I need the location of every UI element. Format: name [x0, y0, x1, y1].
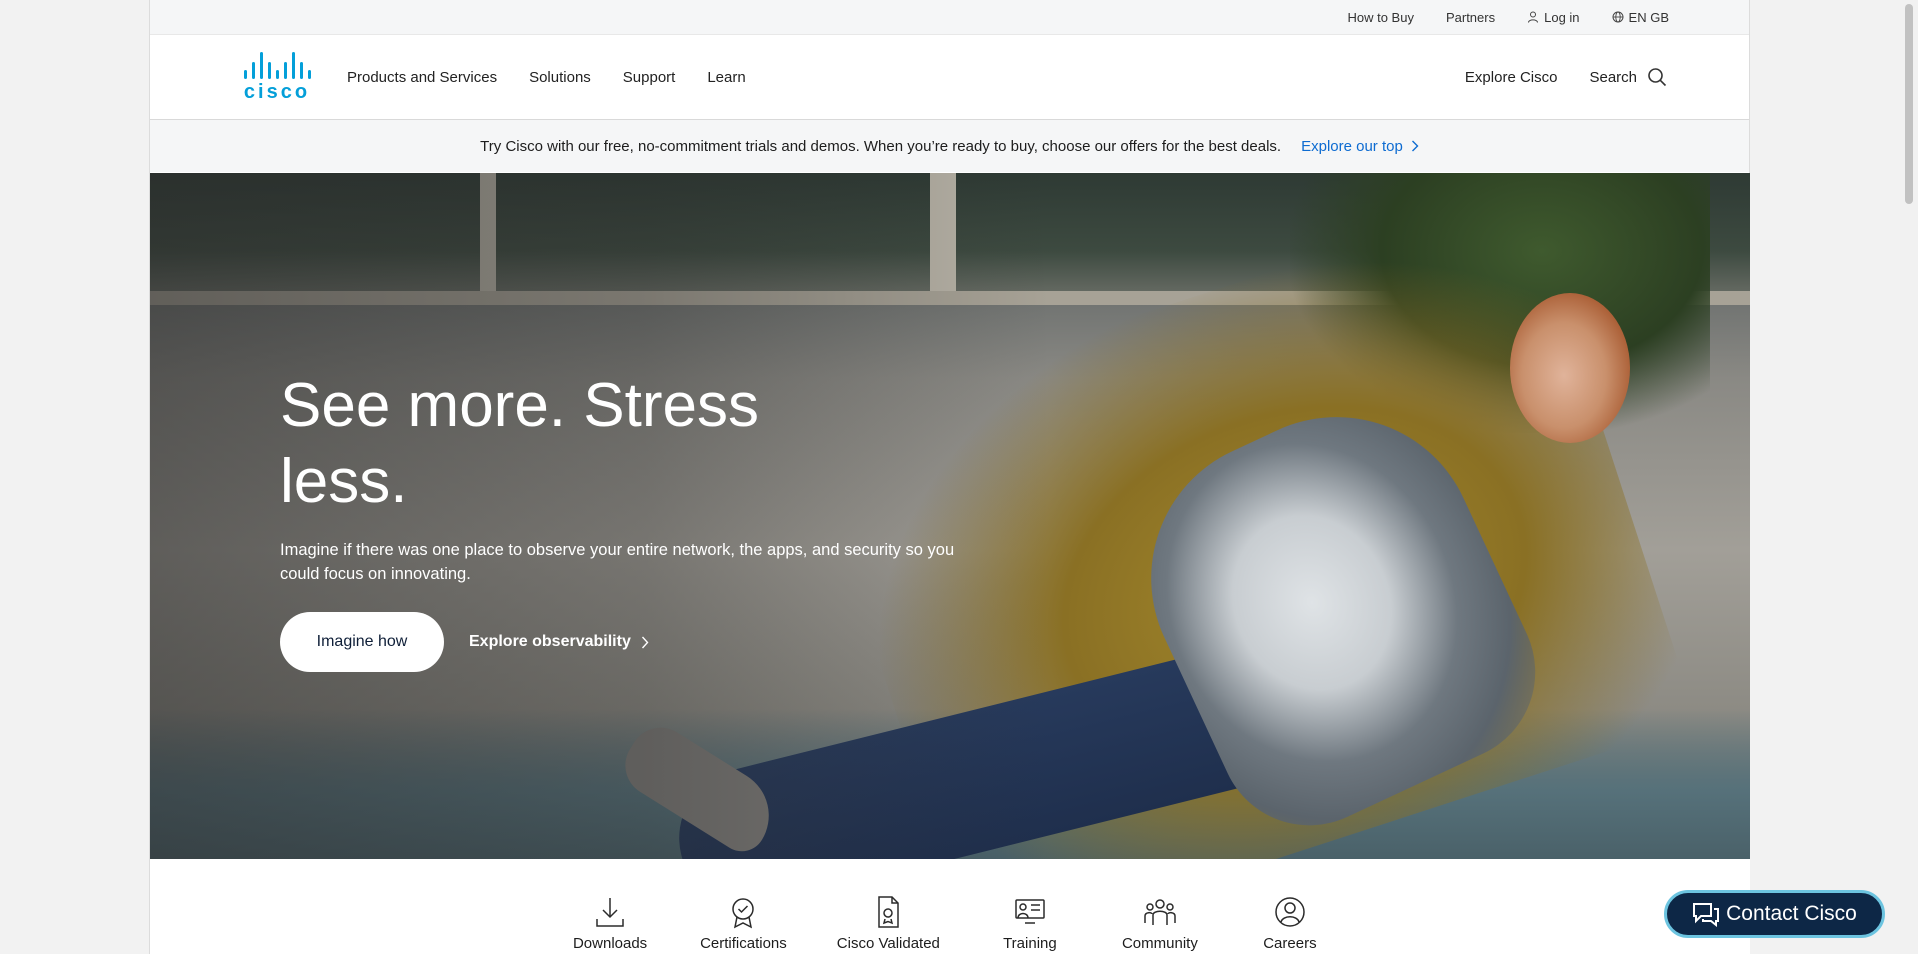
globe-icon: [1612, 11, 1624, 23]
page-scrollbar[interactable]: [1900, 0, 1918, 954]
hero-person-head: [1510, 293, 1630, 443]
imagine-how-button[interactable]: Imagine how: [280, 612, 444, 672]
partners-label: Partners: [1445, 9, 1496, 25]
explore-cisco-label: Explore Cisco: [1464, 68, 1558, 86]
search-label: Search: [1589, 68, 1637, 86]
logo-bars-icon: [243, 51, 311, 79]
quick-link-training[interactable]: Training: [990, 895, 1070, 954]
how-to-buy-link[interactable]: How to Buy: [1347, 10, 1413, 25]
main-nav: cisco Products and Services Solutions Su…: [150, 35, 1749, 120]
logo-wordmark: cisco: [243, 81, 311, 103]
certification-icon: [732, 898, 755, 929]
search-icon: [1648, 68, 1667, 87]
primary-nav-links: Products and Services Solutions Support …: [347, 69, 778, 86]
quick-link-certifications[interactable]: Certifications: [700, 895, 787, 954]
how-to-buy-label: How to Buy: [1347, 9, 1414, 25]
hero-ctas: Imagine how Explore observability: [280, 612, 980, 672]
utility-bar: How to Buy Partners Log in EN GB: [150, 0, 1749, 35]
hero-banner: See more. Stress less. Imagine if there …: [150, 173, 1750, 859]
chevron-right-icon: [1411, 140, 1419, 152]
explore-observability-label: Explore observability: [469, 633, 631, 650]
explore-observability-link[interactable]: Explore observability: [469, 633, 649, 651]
nav-solutions[interactable]: Solutions: [529, 69, 591, 86]
cisco-logo[interactable]: cisco: [229, 51, 325, 103]
quick-link-cisco-validated[interactable]: Cisco Validated: [837, 895, 940, 954]
quick-link-careers[interactable]: Careers: [1250, 895, 1330, 954]
nav-right: Explore Cisco Search: [1433, 67, 1667, 87]
quick-link-community[interactable]: Community: [1120, 895, 1200, 954]
scrollbar-thumb[interactable]: [1905, 4, 1913, 204]
page-container: How to Buy Partners Log in EN GB cisco P…: [149, 0, 1750, 954]
quick-link-label: Careers: [1263, 935, 1317, 952]
hero-content: See more. Stress less. Imagine if there …: [280, 368, 980, 672]
quick-link-label: Training: [1003, 935, 1057, 952]
training-icon: [1015, 899, 1045, 924]
community-icon: [1144, 899, 1176, 925]
quick-link-label: Downloads: [572, 935, 648, 952]
promo-banner: Try Cisco with our free, no-commitment t…: [150, 120, 1749, 172]
nav-support[interactable]: Support: [623, 69, 676, 86]
quick-link-downloads[interactable]: Downloads: [570, 895, 650, 954]
user-icon: [1528, 11, 1539, 23]
promo-link-label: Explore our top: [1301, 137, 1403, 155]
hero-title: See more. Stress less.: [280, 371, 759, 516]
contact-cisco-label: Contact Cisco: [1726, 902, 1857, 925]
careers-icon: [1275, 897, 1305, 927]
quick-link-label: Community: [1121, 935, 1198, 952]
promo-text: Try Cisco with our free, no-commitment t…: [480, 137, 1282, 155]
language-label: EN GB: [1628, 9, 1669, 25]
nav-products-and-services[interactable]: Products and Services: [347, 69, 497, 86]
explore-cisco-link[interactable]: Explore Cisco: [1465, 69, 1558, 86]
nav-learn[interactable]: Learn: [707, 69, 745, 86]
quick-link-label: Cisco Validated: [836, 935, 940, 952]
contact-cisco-button[interactable]: Contact Cisco: [1664, 890, 1885, 938]
partners-link[interactable]: Partners: [1446, 10, 1495, 25]
promo-link[interactable]: Explore our top: [1301, 138, 1419, 155]
chevron-right-icon: [641, 636, 649, 648]
chat-icon: [1693, 903, 1720, 927]
log-in-label: Log in: [1544, 9, 1580, 25]
search-button[interactable]: Search: [1589, 67, 1667, 87]
quick-link-label: Certifications: [700, 935, 787, 952]
validated-doc-icon: [878, 896, 900, 928]
language-selector[interactable]: EN GB: [1612, 10, 1669, 25]
download-icon: [596, 898, 624, 927]
quick-links: Downloads Certifications Cisco Validated…: [150, 859, 1750, 954]
hero-body: Imagine if there was one place to observ…: [280, 541, 955, 583]
log-in-link[interactable]: Log in: [1527, 9, 1580, 25]
